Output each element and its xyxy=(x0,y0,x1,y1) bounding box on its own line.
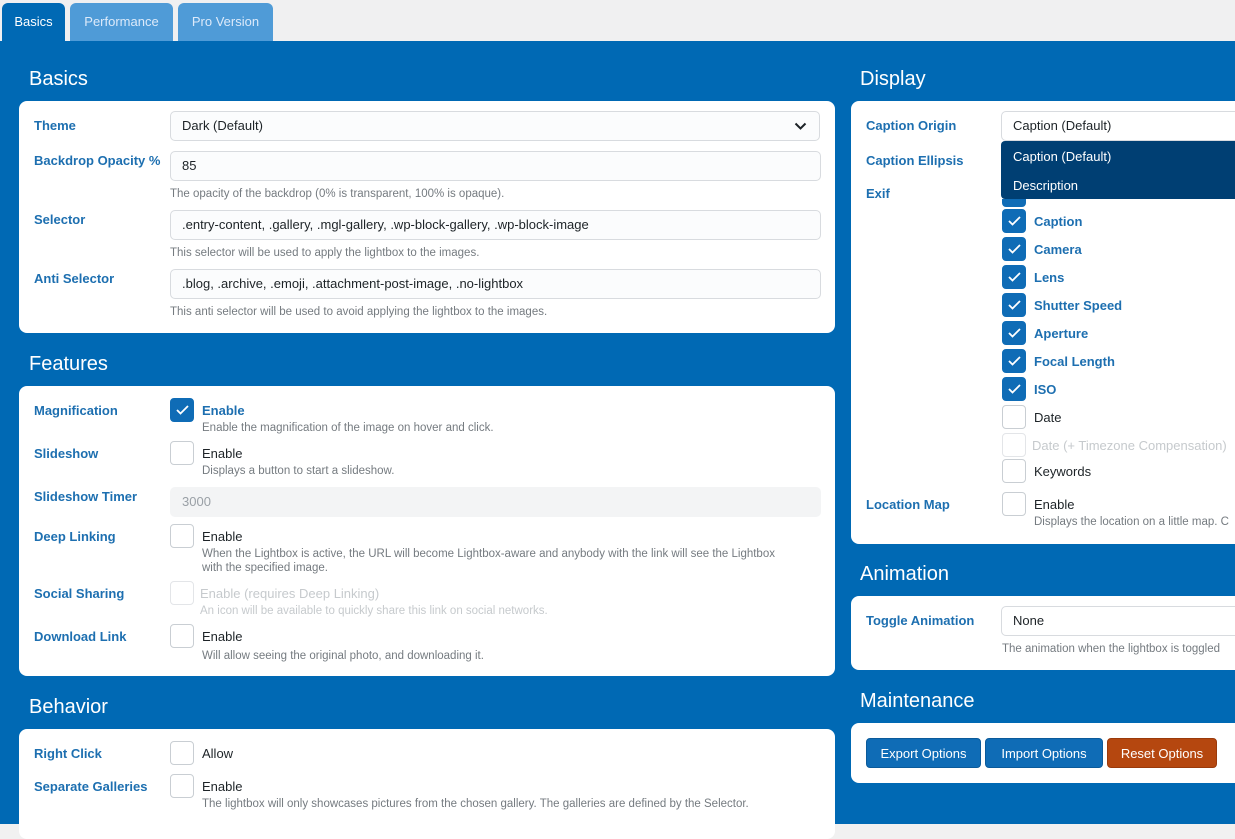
tab-pro-version[interactable]: Pro Version xyxy=(178,3,273,41)
selector-hint: This selector will be used to apply the … xyxy=(170,247,480,259)
separate-galleries-hint: The lightbox will only showcases picture… xyxy=(202,798,749,810)
backdrop-opacity-label: Backdrop Opacity % xyxy=(34,153,161,168)
maintenance-title: Maintenance xyxy=(860,690,975,712)
slideshow-timer-label: Slideshow Timer xyxy=(34,489,138,504)
separate-galleries-checkbox[interactable] xyxy=(170,774,194,798)
check-icon xyxy=(1008,272,1021,282)
check-icon xyxy=(1008,216,1021,226)
display-title: Display xyxy=(860,68,926,90)
exif-shutter-speed-checkbox[interactable] xyxy=(1002,293,1026,317)
selector-input[interactable]: .entry-content, .gallery, .mgl-gallery, … xyxy=(170,210,821,240)
deep-linking-hint-line2: with the specified image. xyxy=(202,562,328,574)
exif-caption-checkbox[interactable] xyxy=(1002,209,1026,233)
location-map-option: Enable xyxy=(1034,497,1075,512)
caption-origin-select[interactable]: Caption (Default) xyxy=(1001,111,1235,141)
social-sharing-hint: An icon will be available to quickly sha… xyxy=(200,605,548,617)
right-click-label: Right Click xyxy=(34,746,102,761)
exif-aperture-label: Aperture xyxy=(1034,326,1089,341)
check-icon xyxy=(1008,328,1021,338)
exif-label: Exif xyxy=(866,186,890,201)
exif-iso-checkbox[interactable] xyxy=(1002,377,1026,401)
basics-title: Basics xyxy=(29,68,88,90)
exif-date-checkbox[interactable] xyxy=(1002,405,1026,429)
behavior-title: Behavior xyxy=(29,696,108,718)
magnification-checkbox[interactable] xyxy=(170,398,194,422)
exif-caption-label: Caption xyxy=(1034,214,1083,229)
download-link-label: Download Link xyxy=(34,629,127,644)
backdrop-opacity-input[interactable]: 85 xyxy=(170,151,821,181)
separate-galleries-label: Separate Galleries xyxy=(34,779,148,794)
toggle-animation-select[interactable]: None xyxy=(1001,606,1235,636)
exif-date-label: Date xyxy=(1034,410,1062,425)
chevron-down-icon xyxy=(794,122,807,130)
download-link-checkbox[interactable] xyxy=(170,624,194,648)
location-map-label: Location Map xyxy=(866,497,950,512)
features-title: Features xyxy=(29,353,108,375)
slideshow-label: Slideshow xyxy=(34,446,99,461)
dropdown-option-description[interactable]: Description xyxy=(1013,178,1078,193)
import-options-button[interactable]: Import Options xyxy=(985,738,1103,768)
anti-selector-label: Anti Selector xyxy=(34,271,115,286)
exif-lens-label: Lens xyxy=(1034,270,1065,285)
exif-shutter-speed-label: Shutter Speed xyxy=(1034,298,1123,313)
tab-bar: Basics Performance Pro Version xyxy=(0,0,1235,41)
check-icon xyxy=(1008,356,1021,366)
check-icon xyxy=(1008,384,1021,394)
slideshow-timer-input[interactable]: 3000 xyxy=(170,487,821,517)
theme-select[interactable]: Dark (Default) xyxy=(170,111,820,141)
theme-label: Theme xyxy=(34,118,76,133)
deep-linking-hint-line1: When the Lightbox is active, the URL wil… xyxy=(202,548,775,560)
slideshow-option: Enable xyxy=(202,446,243,461)
magnification-label: Magnification xyxy=(34,403,118,418)
animation-title: Animation xyxy=(860,563,949,585)
anti-selector-hint: This anti selector will be used to avoid… xyxy=(170,306,548,318)
check-icon xyxy=(176,405,189,415)
slideshow-checkbox[interactable] xyxy=(170,441,194,465)
exif-date-timezone-label: Date (+ Timezone Compensation) xyxy=(1032,438,1227,453)
exif-aperture-checkbox[interactable] xyxy=(1002,321,1026,345)
anti-selector-input[interactable]: .blog, .archive, .emoji, .attachment-pos… xyxy=(170,269,821,299)
caption-origin-dropdown: Caption (Default) Description xyxy=(1001,141,1235,199)
theme-select-value: Dark (Default) xyxy=(182,118,263,133)
caption-origin-label: Caption Origin xyxy=(866,118,957,133)
tab-performance[interactable]: Performance xyxy=(70,3,173,41)
toggle-animation-label: Toggle Animation xyxy=(866,613,975,628)
exif-camera-checkbox[interactable] xyxy=(1002,237,1026,261)
deep-linking-option: Enable xyxy=(202,529,243,544)
caption-ellipsis-label: Caption Ellipsis xyxy=(866,153,964,168)
deep-linking-checkbox[interactable] xyxy=(170,524,194,548)
selector-label: Selector xyxy=(34,212,86,227)
check-icon xyxy=(1008,244,1021,254)
tab-basics[interactable]: Basics xyxy=(2,3,65,41)
exif-keywords-label: Keywords xyxy=(1034,464,1092,479)
reset-options-button[interactable]: Reset Options xyxy=(1107,738,1217,768)
export-options-button[interactable]: Export Options xyxy=(866,738,981,768)
social-sharing-label: Social Sharing xyxy=(34,586,125,601)
social-sharing-checkbox[interactable] xyxy=(170,581,194,605)
social-sharing-option: Enable (requires Deep Linking) xyxy=(200,586,380,601)
check-icon xyxy=(1008,300,1021,310)
separate-galleries-option: Enable xyxy=(202,779,243,794)
location-map-checkbox[interactable] xyxy=(1002,492,1026,516)
magnification-hint: Enable the magnification of the image on… xyxy=(202,422,494,434)
backdrop-opacity-hint: The opacity of the backdrop (0% is trans… xyxy=(170,188,505,200)
slideshow-hint: Displays a button to start a slideshow. xyxy=(202,465,395,477)
download-link-option: Enable xyxy=(202,629,243,644)
exif-hidden-checkbox[interactable] xyxy=(1002,199,1026,207)
toggle-animation-hint: The animation when the lightbox is toggl… xyxy=(1002,643,1221,655)
exif-keywords-checkbox[interactable] xyxy=(1002,459,1026,483)
exif-date-timezone-checkbox[interactable] xyxy=(1002,433,1026,457)
exif-camera-label: Camera xyxy=(1034,242,1082,257)
location-map-hint: Displays the location on a little map. C xyxy=(1034,516,1229,528)
dropdown-option-caption-default[interactable]: Caption (Default) xyxy=(1013,149,1111,164)
magnification-option: Enable xyxy=(202,403,245,418)
download-link-hint: Will allow seeing the original photo, an… xyxy=(202,650,484,662)
right-click-checkbox[interactable] xyxy=(170,741,194,765)
exif-iso-label: ISO xyxy=(1034,382,1057,397)
right-click-option: Allow xyxy=(202,746,234,761)
deep-linking-label: Deep Linking xyxy=(34,529,116,544)
exif-focal-length-checkbox[interactable] xyxy=(1002,349,1026,373)
exif-focal-length-label: Focal Length xyxy=(1034,354,1115,369)
exif-lens-checkbox[interactable] xyxy=(1002,265,1026,289)
